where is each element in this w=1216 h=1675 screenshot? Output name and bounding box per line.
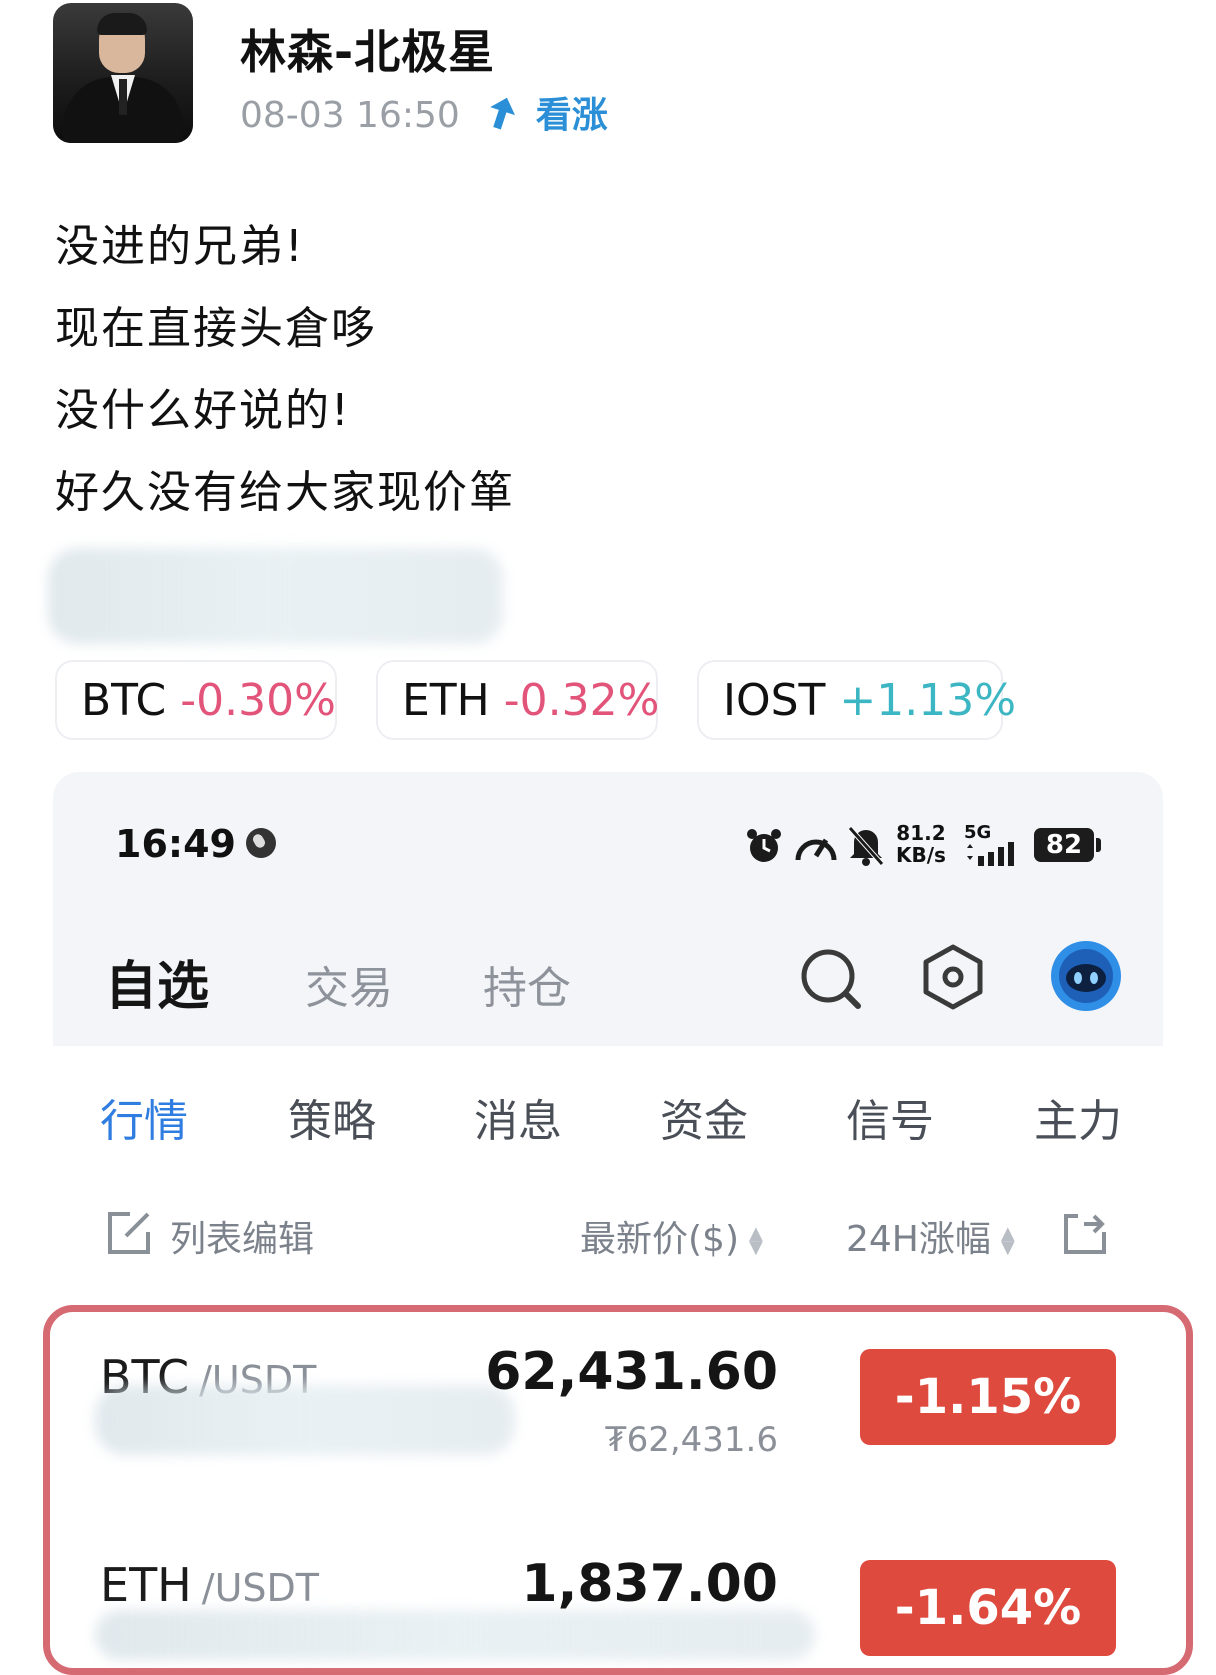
- subtab-funds[interactable]: 资金: [660, 1085, 748, 1149]
- location-icon: [246, 828, 276, 858]
- ticker-symbol: IOST: [723, 674, 826, 726]
- subtab-news[interactable]: 消息: [474, 1085, 562, 1149]
- subtab-signals[interactable]: 信号: [846, 1085, 934, 1149]
- post-line-3: 没什么好说的!: [55, 385, 351, 436]
- eth-change-badge[interactable]: -1.64%: [860, 1560, 1116, 1656]
- alarm-icon: [744, 826, 784, 870]
- ticker-chip-iost[interactable]: IOST +1.13%: [697, 660, 1016, 740]
- sort-icon: ▲ ▼: [1000, 1223, 1015, 1258]
- eth-price: 1,837.00: [521, 1554, 778, 1614]
- up-arrow-icon: [487, 95, 530, 136]
- btc-price: 62,431.60: [485, 1342, 778, 1402]
- post-line-4: 好久没有给大家现价箪: [55, 467, 515, 518]
- sort-icon: ▲ ▼: [749, 1223, 763, 1258]
- post-line-2: 现在直接头倉哆: [55, 303, 377, 354]
- search-icon[interactable]: [800, 948, 864, 1016]
- ticker-change: -0.32%: [503, 674, 660, 726]
- network-speed: 81.2 KB/s: [896, 821, 946, 867]
- btc-change-badge[interactable]: -1.15%: [860, 1349, 1116, 1445]
- redacted-blur: [48, 548, 503, 644]
- price-column-header[interactable]: 最新价($) ▲ ▼: [580, 1210, 763, 1262]
- status-time: 16:49: [115, 822, 236, 866]
- mute-bell-icon: [846, 824, 886, 870]
- share-icon[interactable]: [1060, 1210, 1110, 1260]
- ticker-symbol: BTC: [81, 674, 167, 726]
- ticker-chip-eth[interactable]: ETH -0.32%: [376, 660, 660, 740]
- edit-list-icon[interactable]: [104, 1208, 154, 1262]
- edit-list-label[interactable]: 列表编辑: [170, 1210, 314, 1262]
- settings-hexagon-icon[interactable]: [922, 944, 984, 1014]
- tab-positions[interactable]: 持仓: [483, 952, 571, 1016]
- author-name[interactable]: 林森-北极星: [240, 16, 495, 82]
- tab-trade[interactable]: 交易: [305, 952, 393, 1016]
- ticker-symbol: ETH: [402, 674, 490, 726]
- ticker-change: -0.30%: [180, 674, 336, 726]
- sentiment-label: 看涨: [535, 95, 608, 136]
- tab-watchlist[interactable]: 自选: [105, 944, 209, 1019]
- battery-indicator: 82: [1034, 828, 1101, 862]
- assistant-robot-icon[interactable]: [1050, 940, 1122, 1016]
- change-column-header[interactable]: 24H涨幅 ▲ ▼: [846, 1210, 1015, 1262]
- redacted-blur: [95, 1385, 515, 1455]
- ticker-chip-btc[interactable]: BTC -0.30%: [55, 660, 337, 740]
- redacted-blur: [95, 1610, 815, 1660]
- pair-eth-usdt[interactable]: ETH/USDT: [100, 1558, 319, 1612]
- subtab-market[interactable]: 行情: [100, 1085, 188, 1149]
- signal-icon: [964, 842, 1024, 870]
- post-line-1: 没进的兄弟!: [55, 221, 305, 272]
- speedometer-icon: [794, 826, 838, 870]
- ticker-change: +1.13%: [839, 674, 1017, 726]
- author-avatar[interactable]: [53, 3, 193, 143]
- post-meta: 08-03 16:50 看涨: [240, 86, 608, 138]
- subtab-strategy[interactable]: 策略: [288, 1085, 376, 1149]
- post-date: 08-03 16:50: [240, 95, 460, 136]
- network-type: 5G: [964, 822, 992, 843]
- btc-fiat-price: ₮62,431.6: [604, 1420, 778, 1460]
- subtab-main-force[interactable]: 主力: [1034, 1085, 1122, 1149]
